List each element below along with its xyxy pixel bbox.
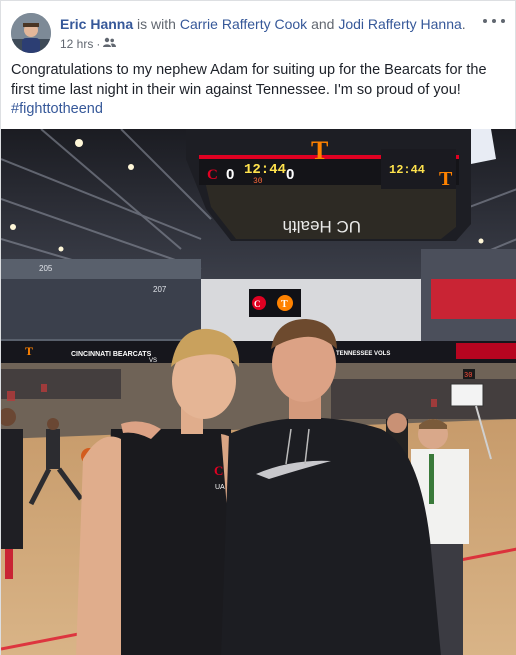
crowd-upper-left	[1, 279, 201, 339]
svg-text:C: C	[207, 167, 218, 183]
red-banners	[431, 279, 516, 319]
and-text: and	[311, 16, 335, 32]
caption-text: Congratulations to my nephew Adam for su…	[11, 62, 487, 98]
svg-text:T: T	[281, 299, 288, 310]
avatar-image	[11, 13, 51, 53]
mid-scoreboard: C T	[249, 289, 301, 317]
end-punctuation: .	[461, 16, 466, 32]
friends-icon[interactable]	[103, 36, 117, 52]
svg-text:12:44: 12:44	[389, 163, 425, 177]
svg-text:T: T	[25, 344, 33, 358]
svg-text:C: C	[214, 463, 223, 478]
svg-text:T: T	[439, 168, 453, 190]
more-options-icon[interactable]	[483, 13, 505, 29]
court-shot-clock: 30	[464, 372, 472, 380]
post-caption: Congratulations to my nephew Adam for su…	[11, 61, 501, 120]
svg-text:C: C	[254, 299, 261, 309]
shot-clock: 30	[253, 177, 263, 186]
tennessee-logo: T	[311, 136, 328, 165]
scoreboard: C 0 12:44 30 0 T 12:44 T UC Health	[186, 129, 496, 241]
arena-photo: 205 207 C 0 12:44 30 0 T 12:44 T UC Heal…	[1, 129, 516, 655]
uc-health-sign: UC Health	[283, 217, 361, 236]
section-number: 205	[39, 264, 53, 273]
post-header: Eric Hanna is with Carrie Rafferty Cook …	[11, 11, 507, 55]
post-timestamp-link[interactable]: 12 hrs	[60, 36, 93, 52]
post-author-line: Eric Hanna is with Carrie Rafferty Cook …	[60, 15, 466, 33]
author-avatar[interactable]	[11, 13, 51, 53]
away-score: 0	[286, 166, 294, 183]
hashtag-link[interactable]: #fighttotheend	[11, 100, 501, 120]
post-meta: 12 hrs ·	[60, 36, 117, 52]
ribbon-left-text: CINCINNATI BEARCATS	[71, 351, 152, 358]
section-number: 207	[153, 285, 167, 294]
svg-text:UA: UA	[215, 484, 225, 491]
tagged-person-link[interactable]: Carrie Rafferty Cook	[180, 16, 307, 32]
with-text: is with	[137, 16, 176, 32]
game-clock: 12:44	[244, 162, 286, 178]
home-score: 0	[226, 166, 234, 183]
ribbon-right-text: TENNESSEE VOLS	[336, 351, 390, 357]
meta-separator: ·	[96, 37, 101, 51]
author-name-link[interactable]: Eric Hanna	[60, 16, 133, 32]
post-photo[interactable]: 205 207 C 0 12:44 30 0 T 12:44 T UC Heal…	[1, 129, 516, 655]
tagged-person-link[interactable]: Jodi Rafferty Hanna	[338, 16, 461, 32]
facebook-post: Eric Hanna is with Carrie Rafferty Cook …	[0, 0, 516, 655]
